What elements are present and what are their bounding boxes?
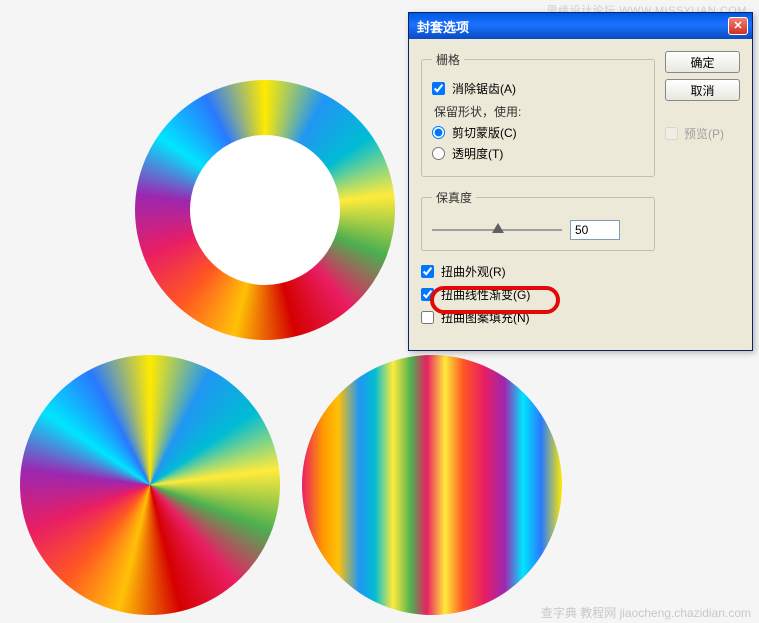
grid-legend: 栅格	[432, 51, 464, 68]
fidelity-legend: 保真度	[432, 189, 476, 206]
antialias-label[interactable]: 消除锯齿(A)	[452, 80, 516, 97]
cancel-button[interactable]: 取消	[665, 79, 740, 101]
transparency-label[interactable]: 透明度(T)	[452, 145, 503, 162]
distort-pattern-fill-checkbox[interactable]	[421, 311, 434, 324]
dialog-left-column: 栅格 消除锯齿(A) 保留形状，使用: 剪切蒙版(C) 透明度(T) 保真度	[421, 51, 655, 332]
linear-gradient-circle	[302, 355, 562, 615]
distort-pattern-fill-label[interactable]: 扭曲图案填充(N)	[441, 309, 530, 326]
grid-fieldset: 栅格 消除锯齿(A) 保留形状，使用: 剪切蒙版(C) 透明度(T)	[421, 51, 655, 177]
conic-gradient-circle	[20, 355, 280, 615]
close-button[interactable]: ✕	[728, 17, 748, 35]
distort-linear-gradient-label[interactable]: 扭曲线性渐变(G)	[441, 286, 530, 303]
clip-mask-radio[interactable]	[432, 126, 445, 139]
distort-options-group: 扭曲外观(R) 扭曲线性渐变(G) 扭曲图案填充(N)	[421, 263, 655, 326]
clip-mask-label[interactable]: 剪切蒙版(C)	[452, 124, 517, 141]
dialog-title: 封套选项	[417, 17, 469, 36]
dialog-titlebar[interactable]: 封套选项 ✕	[409, 13, 752, 39]
distort-appearance-checkbox[interactable]	[421, 265, 434, 278]
preview-checkbox	[665, 127, 678, 140]
dialog-body: 栅格 消除锯齿(A) 保留形状，使用: 剪切蒙版(C) 透明度(T) 保真度	[409, 39, 752, 350]
watermark-bottom: 查字典 教程网 jiaocheng.chazidian.com	[541, 604, 751, 621]
ring-gradient-shape	[135, 80, 395, 340]
distort-linear-gradient-checkbox[interactable]	[421, 288, 434, 301]
antialias-checkbox[interactable]	[432, 82, 445, 95]
ok-button[interactable]: 确定	[665, 51, 740, 73]
transparency-radio[interactable]	[432, 147, 445, 160]
dialog-right-column: 确定 取消 预览(P)	[665, 51, 740, 332]
fidelity-input[interactable]	[570, 220, 620, 240]
preview-label: 预览(P)	[684, 125, 724, 142]
slider-thumb-icon[interactable]	[492, 223, 504, 233]
fidelity-slider[interactable]	[432, 222, 562, 238]
fidelity-fieldset: 保真度	[421, 189, 655, 251]
distort-appearance-label[interactable]: 扭曲外观(R)	[441, 263, 506, 280]
close-icon: ✕	[733, 21, 742, 32]
preserve-shape-label: 保留形状，使用:	[434, 103, 644, 120]
envelope-options-dialog: 封套选项 ✕ 栅格 消除锯齿(A) 保留形状，使用: 剪切蒙版(C)	[408, 12, 753, 351]
